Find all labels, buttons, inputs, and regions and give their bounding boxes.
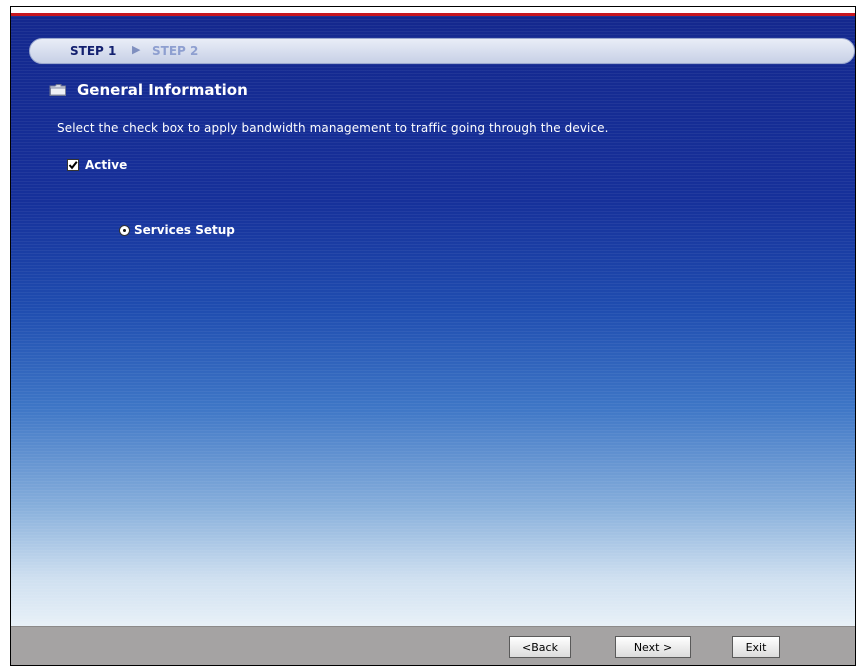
next-button[interactable]: Next > xyxy=(615,636,691,658)
section-header: General Information xyxy=(49,78,248,102)
wizard-window: STEP 1 ▶ STEP 2 General Information Sele… xyxy=(10,6,856,666)
exit-button[interactable]: Exit xyxy=(732,636,780,658)
wizard-panel: STEP 1 ▶ STEP 2 General Information Sele… xyxy=(11,16,855,628)
button-bar: <Back Next > Exit xyxy=(11,626,855,665)
instruction-text: Select the check box to apply bandwidth … xyxy=(57,121,609,135)
step-progress-bar: STEP 1 ▶ STEP 2 xyxy=(29,38,855,64)
step-1-label: STEP 1 xyxy=(70,44,117,58)
section-title: General Information xyxy=(77,81,248,99)
folder-icon xyxy=(49,83,67,97)
active-label: Active xyxy=(85,158,128,172)
back-button[interactable]: <Back xyxy=(509,636,571,658)
step-separator-icon: ▶ xyxy=(132,43,141,56)
services-setup-label: Services Setup xyxy=(134,223,235,237)
services-setup-option[interactable]: Services Setup xyxy=(119,223,235,237)
step-2-label: STEP 2 xyxy=(152,44,199,58)
services-setup-radio[interactable] xyxy=(119,224,130,236)
active-checkbox[interactable] xyxy=(67,159,79,171)
active-checkbox-row[interactable]: Active xyxy=(67,158,127,172)
